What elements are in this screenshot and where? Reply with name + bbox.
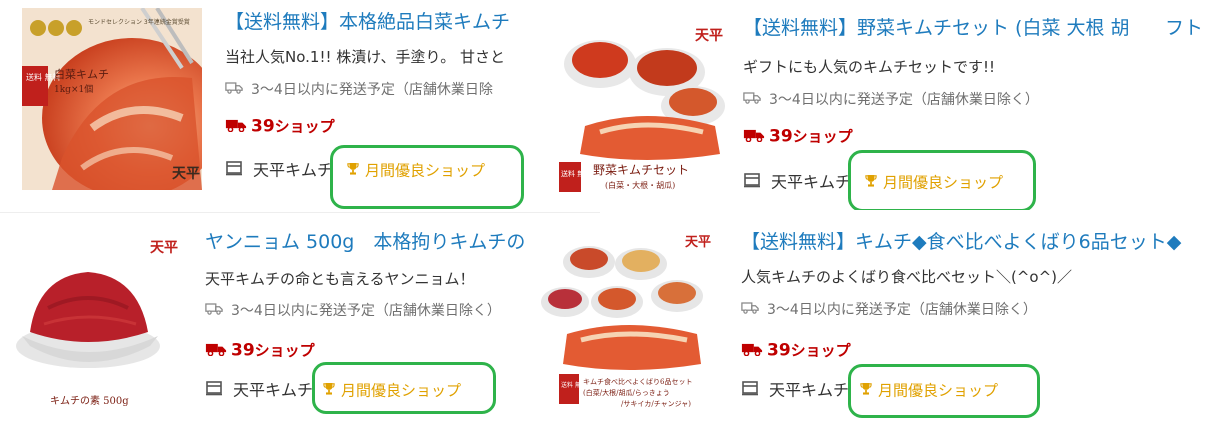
monthly-excellent-shop-badge[interactable]: 月間優良ショップ: [860, 378, 998, 403]
shop39-number: 39: [769, 126, 793, 147]
shipping-text: 3〜4日以内に発送予定（店舗休業日除く）: [231, 303, 501, 319]
brand-logo: 天平: [172, 166, 200, 182]
store-info[interactable]: 天平キムチ: [205, 378, 313, 403]
store-info[interactable]: 天平キムチ: [743, 170, 851, 195]
free-ship-ribbon: 送料 無料: [561, 169, 591, 178]
shipping-text: 3〜4日以内に発送予定（店舗休業日除く）: [767, 302, 1037, 318]
trophy-icon: [860, 379, 874, 403]
brand-logo: 天平: [695, 28, 723, 44]
shop39-badge[interactable]: 39ショップ: [225, 114, 335, 139]
image-line2: (白菜/大根/胡瓜/らっきょう: [583, 388, 670, 397]
monthly-excellent-shop-badge[interactable]: 月間優良ショップ: [323, 378, 461, 403]
image-sub: (白菜・大根・胡瓜): [605, 180, 675, 190]
truck-icon: [741, 300, 761, 320]
product-image[interactable]: 天平 送料 無料 キムチ食べ比べよくばり6品セット (白菜/大根/胡瓜/らっきょ…: [537, 224, 717, 414]
product-description: ギフトにも人気のキムチセットです!!: [743, 58, 996, 76]
product-image[interactable]: 天平 送料 無料 野菜キムチセット (白菜・大根・胡瓜): [555, 14, 735, 194]
image-line3: /サキイカ/チャンジャ): [621, 400, 691, 408]
product-title[interactable]: ヤンニョム 500g 本格拘りキムチの: [205, 228, 537, 256]
product-title[interactable]: 【送料無料】野菜キムチセット (白菜 大根 胡: [743, 14, 1165, 42]
trophy-icon: [347, 159, 361, 183]
truck-icon: [205, 301, 225, 321]
truck-icon: [225, 80, 245, 100]
image-size: 1kg×1個: [54, 83, 93, 95]
shop-icon: [225, 159, 245, 183]
shop-icon: [205, 379, 225, 403]
badge-label: 月間優良ショップ: [883, 173, 1004, 192]
image-caption: キムチの素 500g: [50, 394, 129, 406]
store-info[interactable]: 天平キムチ: [225, 158, 333, 183]
product-description: 人気キムチのよくばり食べ比べセット＼(^o^)／: [741, 268, 1073, 286]
monthly-excellent-shop-badge[interactable]: 月間優良ショップ: [347, 158, 485, 183]
shop39-badge[interactable]: 39ショップ: [741, 338, 851, 363]
image-line1: キムチ食べ比べよくばり6品セット: [583, 377, 692, 386]
store-name[interactable]: 天平キムチ: [769, 381, 849, 400]
store-info[interactable]: 天平キムチ: [741, 378, 849, 403]
brand-logo: 天平: [685, 235, 711, 250]
shipping-text: 3〜4日以内に発送予定（店舗休業日除く）: [769, 92, 1039, 108]
product-title[interactable]: 【送料無料】キムチ◆食べ比べよくばり6品セット◆: [741, 228, 1205, 256]
truck-icon: [743, 90, 763, 110]
product-card[interactable]: 天平 送料 無料 キムチ食べ比べよくばり6品セット (白菜/大根/胡瓜/らっきょ…: [535, 214, 1205, 421]
product-image[interactable]: モンドセレクション 3年連続金賞受賞 送料 無料 白菜キムチ 1kg×1個 天平: [22, 8, 202, 190]
shop39-badge[interactable]: 39ショップ: [743, 124, 853, 149]
award-text: モンドセレクション 3年連続金賞受賞: [88, 18, 190, 26]
truck-icon: [743, 125, 769, 149]
trophy-icon: [323, 379, 337, 403]
shop39-label: ショップ: [790, 341, 851, 360]
truck-icon: [225, 115, 251, 139]
trophy-icon: [865, 171, 879, 195]
image-product-name: 野菜キムチセット: [593, 163, 689, 177]
image-product-name: 白菜キムチ: [54, 67, 109, 81]
product-card[interactable]: モンドセレクション 3年連続金賞受賞 送料 無料 白菜キムチ 1kg×1個 天平…: [0, 0, 600, 210]
shipping-text: 3〜4日以内に発送予定（店舗休業日除: [251, 82, 493, 98]
product-image[interactable]: 天平 キムチの素 500g: [8, 228, 184, 406]
store-name[interactable]: 天平キムチ: [253, 161, 333, 180]
shipping-info: 3〜4日以内に発送予定（店舗休業日除く）: [743, 90, 1183, 110]
shop-icon: [743, 171, 763, 195]
shop39-label: ショップ: [254, 341, 315, 360]
product-card[interactable]: 天平 キムチの素 500g ヤンニョム 500g 本格拘りキムチの 天平キムチの…: [0, 214, 600, 421]
badge-label: 月間優良ショップ: [878, 381, 999, 400]
shipping-info: 3〜4日以内に発送予定（店舗休業日除く）: [741, 300, 1201, 320]
row-divider: [0, 212, 600, 213]
shop39-number: 39: [767, 340, 791, 361]
brand-logo: 天平: [150, 240, 178, 256]
shop39-badge[interactable]: 39ショップ: [205, 338, 315, 363]
truck-icon: [205, 339, 231, 363]
shop39-label: ショップ: [792, 127, 853, 146]
shop39-number: 39: [251, 116, 275, 137]
store-name[interactable]: 天平キムチ: [233, 381, 313, 400]
shop-icon: [741, 379, 761, 403]
truck-icon: [741, 339, 767, 363]
shop39-label: ショップ: [274, 117, 335, 136]
badge-label: 月間優良ショップ: [341, 381, 462, 400]
badge-label: 月間優良ショップ: [365, 161, 486, 180]
monthly-excellent-shop-badge[interactable]: 月間優良ショップ: [865, 170, 1003, 195]
shop39-number: 39: [231, 340, 255, 361]
store-name[interactable]: 天平キムチ: [771, 173, 851, 192]
product-card[interactable]: 天平 送料 無料 野菜キムチセット (白菜・大根・胡瓜) 【送料無料】野菜キムチ…: [535, 0, 1205, 210]
title-overflow-text: フト こ: [1165, 17, 1205, 39]
